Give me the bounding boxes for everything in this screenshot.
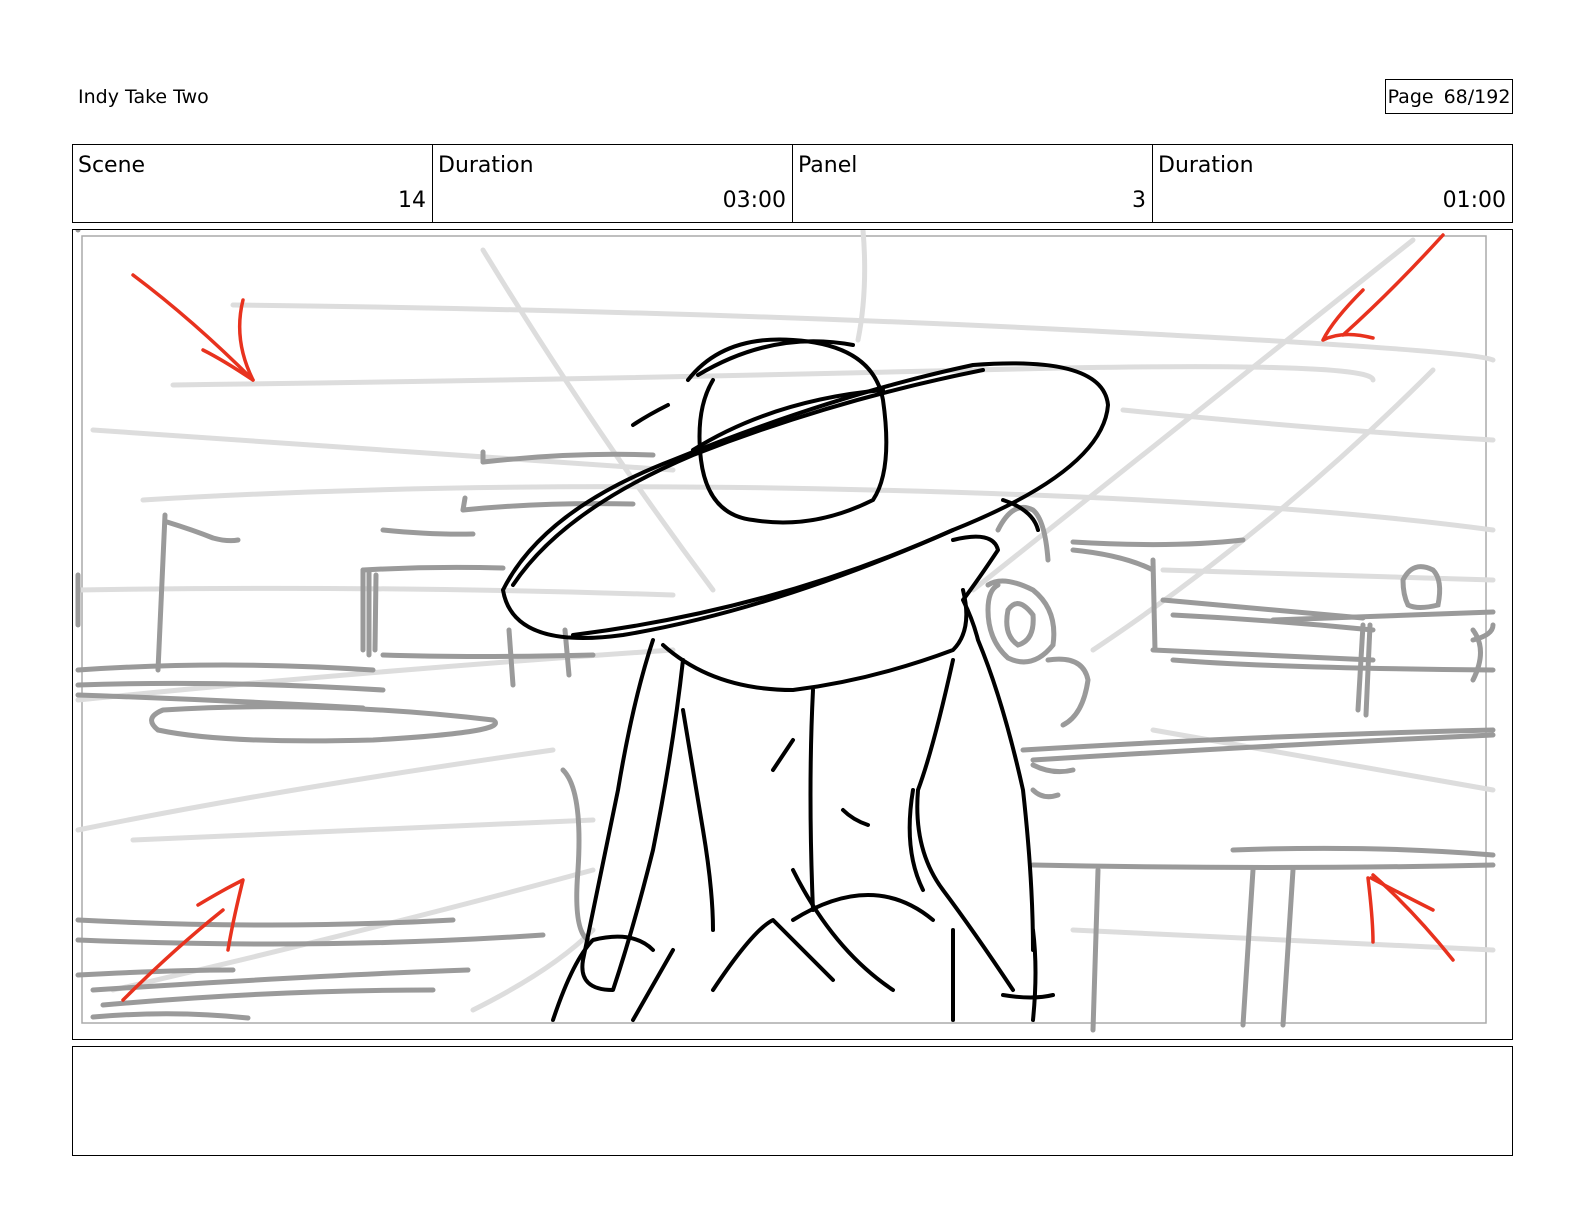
page-label: Page: [1387, 85, 1434, 108]
scene-cell: Scene 14: [73, 145, 433, 222]
background-structures: [75, 230, 1496, 1033]
sketch-drawing: [75, 230, 1496, 1033]
panel-info-table: Scene 14 Duration 03:00 Panel 3 Duration…: [72, 144, 1513, 223]
panel-duration-value: 01:00: [1442, 188, 1506, 213]
inner-frame: [81, 235, 1487, 1024]
panel-cell: Panel 3: [793, 145, 1153, 222]
notes-box: [72, 1046, 1513, 1156]
panel-duration-label: Duration: [1158, 153, 1254, 178]
character-sketch: [501, 337, 1110, 1022]
panel-value: 3: [1132, 188, 1146, 213]
scene-duration-label: Duration: [438, 153, 534, 178]
arrow-top-left-icon: [131, 273, 255, 382]
panel-label: Panel: [798, 153, 858, 178]
storyboard-panel: [72, 229, 1513, 1040]
scene-duration-value: 03:00: [722, 188, 786, 213]
page-indicator: Page 68/192: [1385, 79, 1513, 114]
page-number: 68/192: [1443, 85, 1511, 108]
scene-value: 14: [398, 188, 426, 213]
scene-duration-cell: Duration 03:00: [433, 145, 793, 222]
project-title: Indy Take Two: [78, 86, 209, 108]
panel-duration-cell: Duration 01:00: [1153, 145, 1512, 222]
scene-label: Scene: [78, 153, 146, 178]
